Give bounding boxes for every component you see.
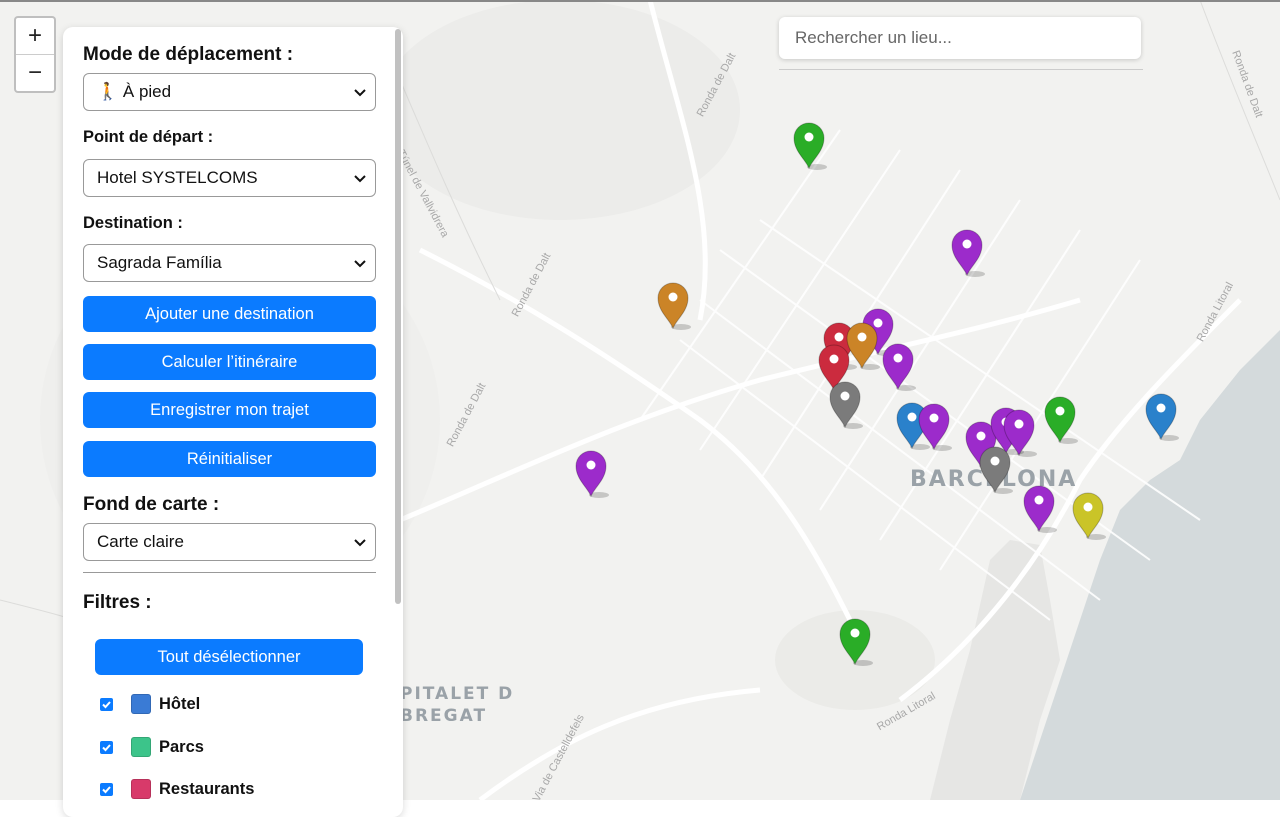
restaurants-color-swatch [131,779,151,799]
parks-color-swatch [131,737,151,757]
filter-parks[interactable]: Parcs [100,735,204,759]
chevron-down-icon [354,89,366,97]
filter-label-restaurants: Restaurants [159,779,255,798]
filter-label-hotel: Hôtel [159,694,201,713]
map-marker-icon[interactable] [829,380,863,430]
control-panel: Mode de déplacement : 🚶 À pied Point de … [63,27,403,817]
destination-label: Destination : [83,214,183,232]
map-marker-icon[interactable] [575,449,609,499]
chevron-down-icon [354,260,366,268]
map-marker-icon[interactable] [882,342,916,392]
zoom-in-button[interactable]: + [16,18,54,54]
zoom-control: + − [14,16,56,93]
search-divider [779,69,1143,70]
filter-restaurants[interactable]: Restaurants [100,777,254,801]
destination-select[interactable]: Sagrada Família [83,244,376,282]
panel-divider [83,572,376,573]
calculate-route-button[interactable]: Calculer l’itinéraire [83,344,376,380]
checkbox-parks[interactable] [100,740,113,754]
map-marker-icon[interactable] [1072,491,1106,541]
map-marker-icon[interactable] [951,228,985,278]
checkbox-hotel[interactable] [100,697,113,711]
basemap-label: Fond de carte : [83,494,220,515]
map-marker-icon[interactable] [793,121,827,171]
filter-hotel[interactable]: Hôtel [100,692,200,716]
check-icon [102,743,111,751]
basemap-select[interactable]: Carte claire [83,523,376,561]
start-select[interactable]: Hotel SYSTELCOMS [83,159,376,197]
filters-label: Filtres : [83,592,152,613]
mode-label: Mode de déplacement : [83,44,294,65]
save-route-button[interactable]: Enregistrer mon trajet [83,392,376,428]
start-select-value: Hotel SYSTELCOMS [97,168,258,187]
chevron-down-icon [354,175,366,183]
district-label: BREGAT [400,706,488,726]
check-icon [102,700,111,708]
hotel-color-swatch [131,694,151,714]
basemap-select-value: Carte claire [97,532,184,551]
search-input[interactable] [779,17,1141,59]
map-marker-icon[interactable] [657,281,691,331]
map-marker-icon[interactable] [979,445,1013,495]
map-marker-icon[interactable] [1044,395,1078,445]
reset-button[interactable]: Réinitialiser [83,441,376,477]
filter-label-parks: Parcs [159,737,204,756]
chevron-down-icon [354,539,366,547]
add-destination-button[interactable]: Ajouter une destination [83,296,376,332]
mode-select[interactable]: 🚶 À pied [83,73,376,111]
map-marker-icon[interactable] [1023,484,1057,534]
checkbox-restaurants[interactable] [100,782,113,796]
map-marker-icon[interactable] [918,402,952,452]
district-label: PITALET D [400,684,515,704]
panel-scrollbar[interactable] [395,29,401,604]
map-marker-icon[interactable] [839,617,873,667]
zoom-out-button[interactable]: − [16,54,54,91]
destination-select-value: Sagrada Família [97,253,222,272]
mode-select-value: 🚶 À pied [97,82,172,101]
map-marker-icon[interactable] [1145,392,1179,442]
deselect-all-button[interactable]: Tout désélectionner [95,639,363,675]
start-label: Point de départ : [83,128,214,146]
check-icon [102,785,111,793]
